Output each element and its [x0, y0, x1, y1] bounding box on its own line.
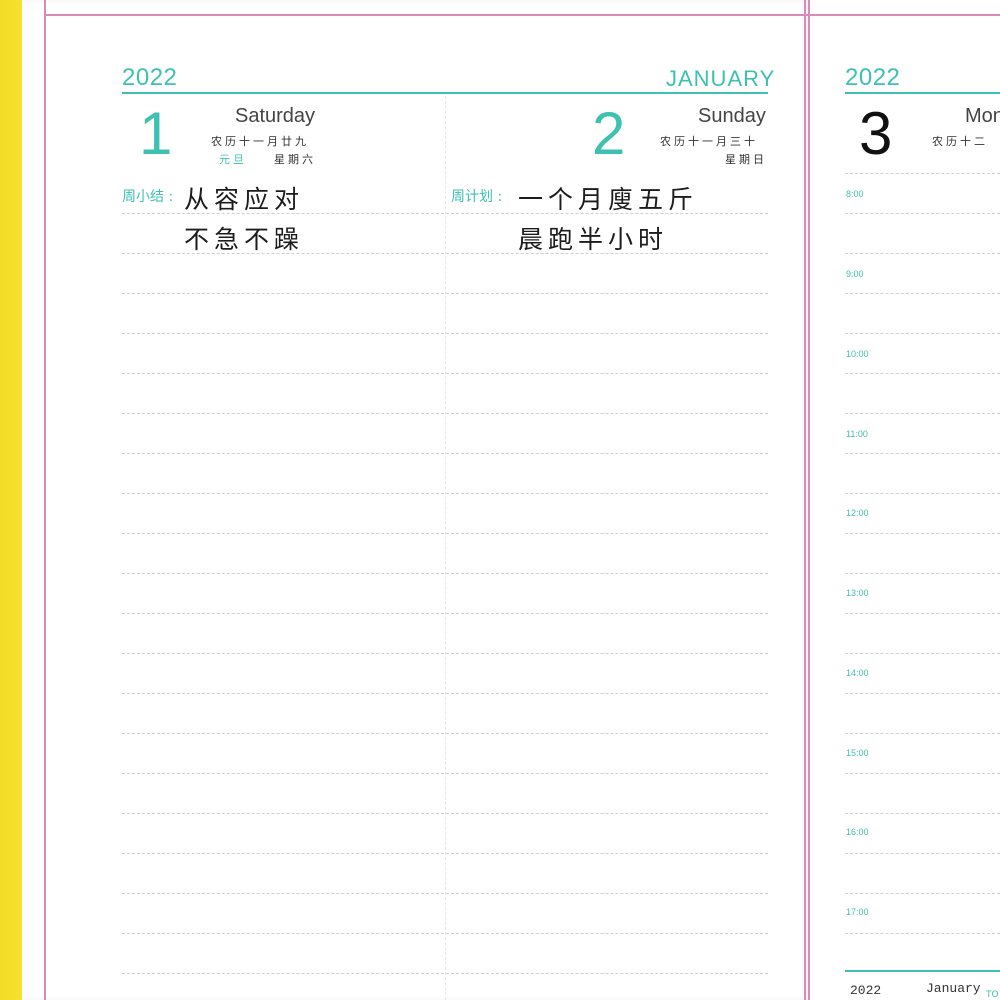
ruled-line [845, 293, 1000, 294]
page-margin-line-left [44, 0, 46, 1000]
day-weekday: Mon [965, 105, 1000, 127]
ruled-line [845, 213, 1000, 214]
time-label: 14:00 [846, 668, 869, 678]
lunar-date: 农历十一月廿九 [211, 135, 309, 148]
weekday-chinese: 星期日 [725, 153, 767, 166]
handwritten-note: 从容应对 [184, 185, 305, 214]
ruled-line [122, 813, 768, 814]
lunar-date: 农历十一月三十 [660, 135, 758, 148]
footer-rule [845, 970, 1000, 972]
ruled-line [122, 493, 768, 494]
page-margin-line-left [808, 0, 810, 1000]
ruled-line [122, 693, 768, 694]
handwritten-note: 一个月廋五斤 [518, 185, 699, 214]
ruled-line [845, 373, 1000, 374]
ruled-line [122, 413, 768, 414]
ruled-line [122, 333, 768, 334]
page-margin-line-right [804, 0, 806, 1000]
ruled-line [845, 733, 1000, 734]
ruled-line [122, 253, 768, 254]
ruled-line [122, 613, 768, 614]
ruled-line [845, 173, 1000, 174]
ruled-line [122, 373, 768, 374]
ruled-line [845, 253, 1000, 254]
footer-year: 2022 [850, 983, 882, 998]
planner-page-right: 2022 3 Mon 农历十二 8:00 9:00 10:00 11:00 12… [808, 0, 1000, 1000]
header-rule [845, 92, 1000, 94]
page-margin-line-top [808, 14, 1000, 16]
time-label: 17:00 [846, 907, 869, 917]
ruled-line [845, 413, 1000, 414]
ruled-line [122, 653, 768, 654]
ruled-line [845, 613, 1000, 614]
time-label: 15:00 [846, 748, 869, 758]
weekday-chinese: 星期六 [274, 153, 316, 166]
planner-page-left: 2022 JANUARY 1 Saturday 农历十一月廿九 元旦 星期六 2… [22, 0, 808, 1000]
footer-extra: TO [986, 990, 999, 1000]
column-divider [445, 96, 447, 1000]
page-year: 2022 [122, 64, 178, 91]
ruled-line [845, 653, 1000, 654]
handwritten-note: 晨跑半小时 [518, 225, 669, 254]
day-weekday: Saturday [235, 105, 316, 127]
ruled-line [845, 333, 1000, 334]
ruled-line [122, 293, 768, 294]
ruled-line [845, 813, 1000, 814]
ruled-line [122, 893, 768, 894]
time-label: 13:00 [846, 588, 869, 598]
day-number: 2 [592, 100, 626, 167]
day-number: 1 [139, 100, 173, 167]
ruled-line [845, 493, 1000, 494]
ruled-line [122, 933, 768, 934]
time-label: 11:00 [846, 429, 868, 439]
holiday-label: 元旦 [219, 153, 247, 166]
ruled-line [845, 693, 1000, 694]
footer-month: January [926, 981, 981, 996]
weekly-summary-label: 周小结 : [122, 189, 174, 205]
ruled-line [122, 573, 768, 574]
page-margin-line-top [44, 14, 808, 16]
ruled-line [122, 973, 768, 974]
time-label: 16:00 [846, 827, 869, 837]
ruled-line [845, 893, 1000, 894]
lunar-date: 农历十二 [932, 135, 988, 148]
planner-cover-edge [0, 0, 22, 1000]
ruled-line [845, 933, 1000, 934]
time-label: 8:00 [846, 189, 864, 199]
ruled-line [845, 853, 1000, 854]
ruled-line [122, 213, 768, 214]
ruled-line [845, 573, 1000, 574]
day-number: 3 [859, 100, 893, 167]
time-label: 12:00 [846, 508, 869, 518]
ruled-line [122, 853, 768, 854]
header-rule [122, 92, 768, 94]
time-label: 9:00 [846, 269, 864, 279]
ruled-line [122, 773, 768, 774]
ruled-line [845, 533, 1000, 534]
ruled-line [122, 533, 768, 534]
ruled-line [122, 733, 768, 734]
time-label: 10:00 [846, 349, 869, 359]
ruled-line [845, 773, 1000, 774]
day-weekday: Sunday [698, 105, 766, 127]
handwritten-note: 不急不躁 [184, 225, 305, 254]
ruled-line [122, 453, 768, 454]
page-year: 2022 [845, 64, 901, 91]
page-month: JANUARY [666, 66, 776, 91]
ruled-line [845, 453, 1000, 454]
weekly-plan-label: 周计划 : [451, 189, 503, 205]
